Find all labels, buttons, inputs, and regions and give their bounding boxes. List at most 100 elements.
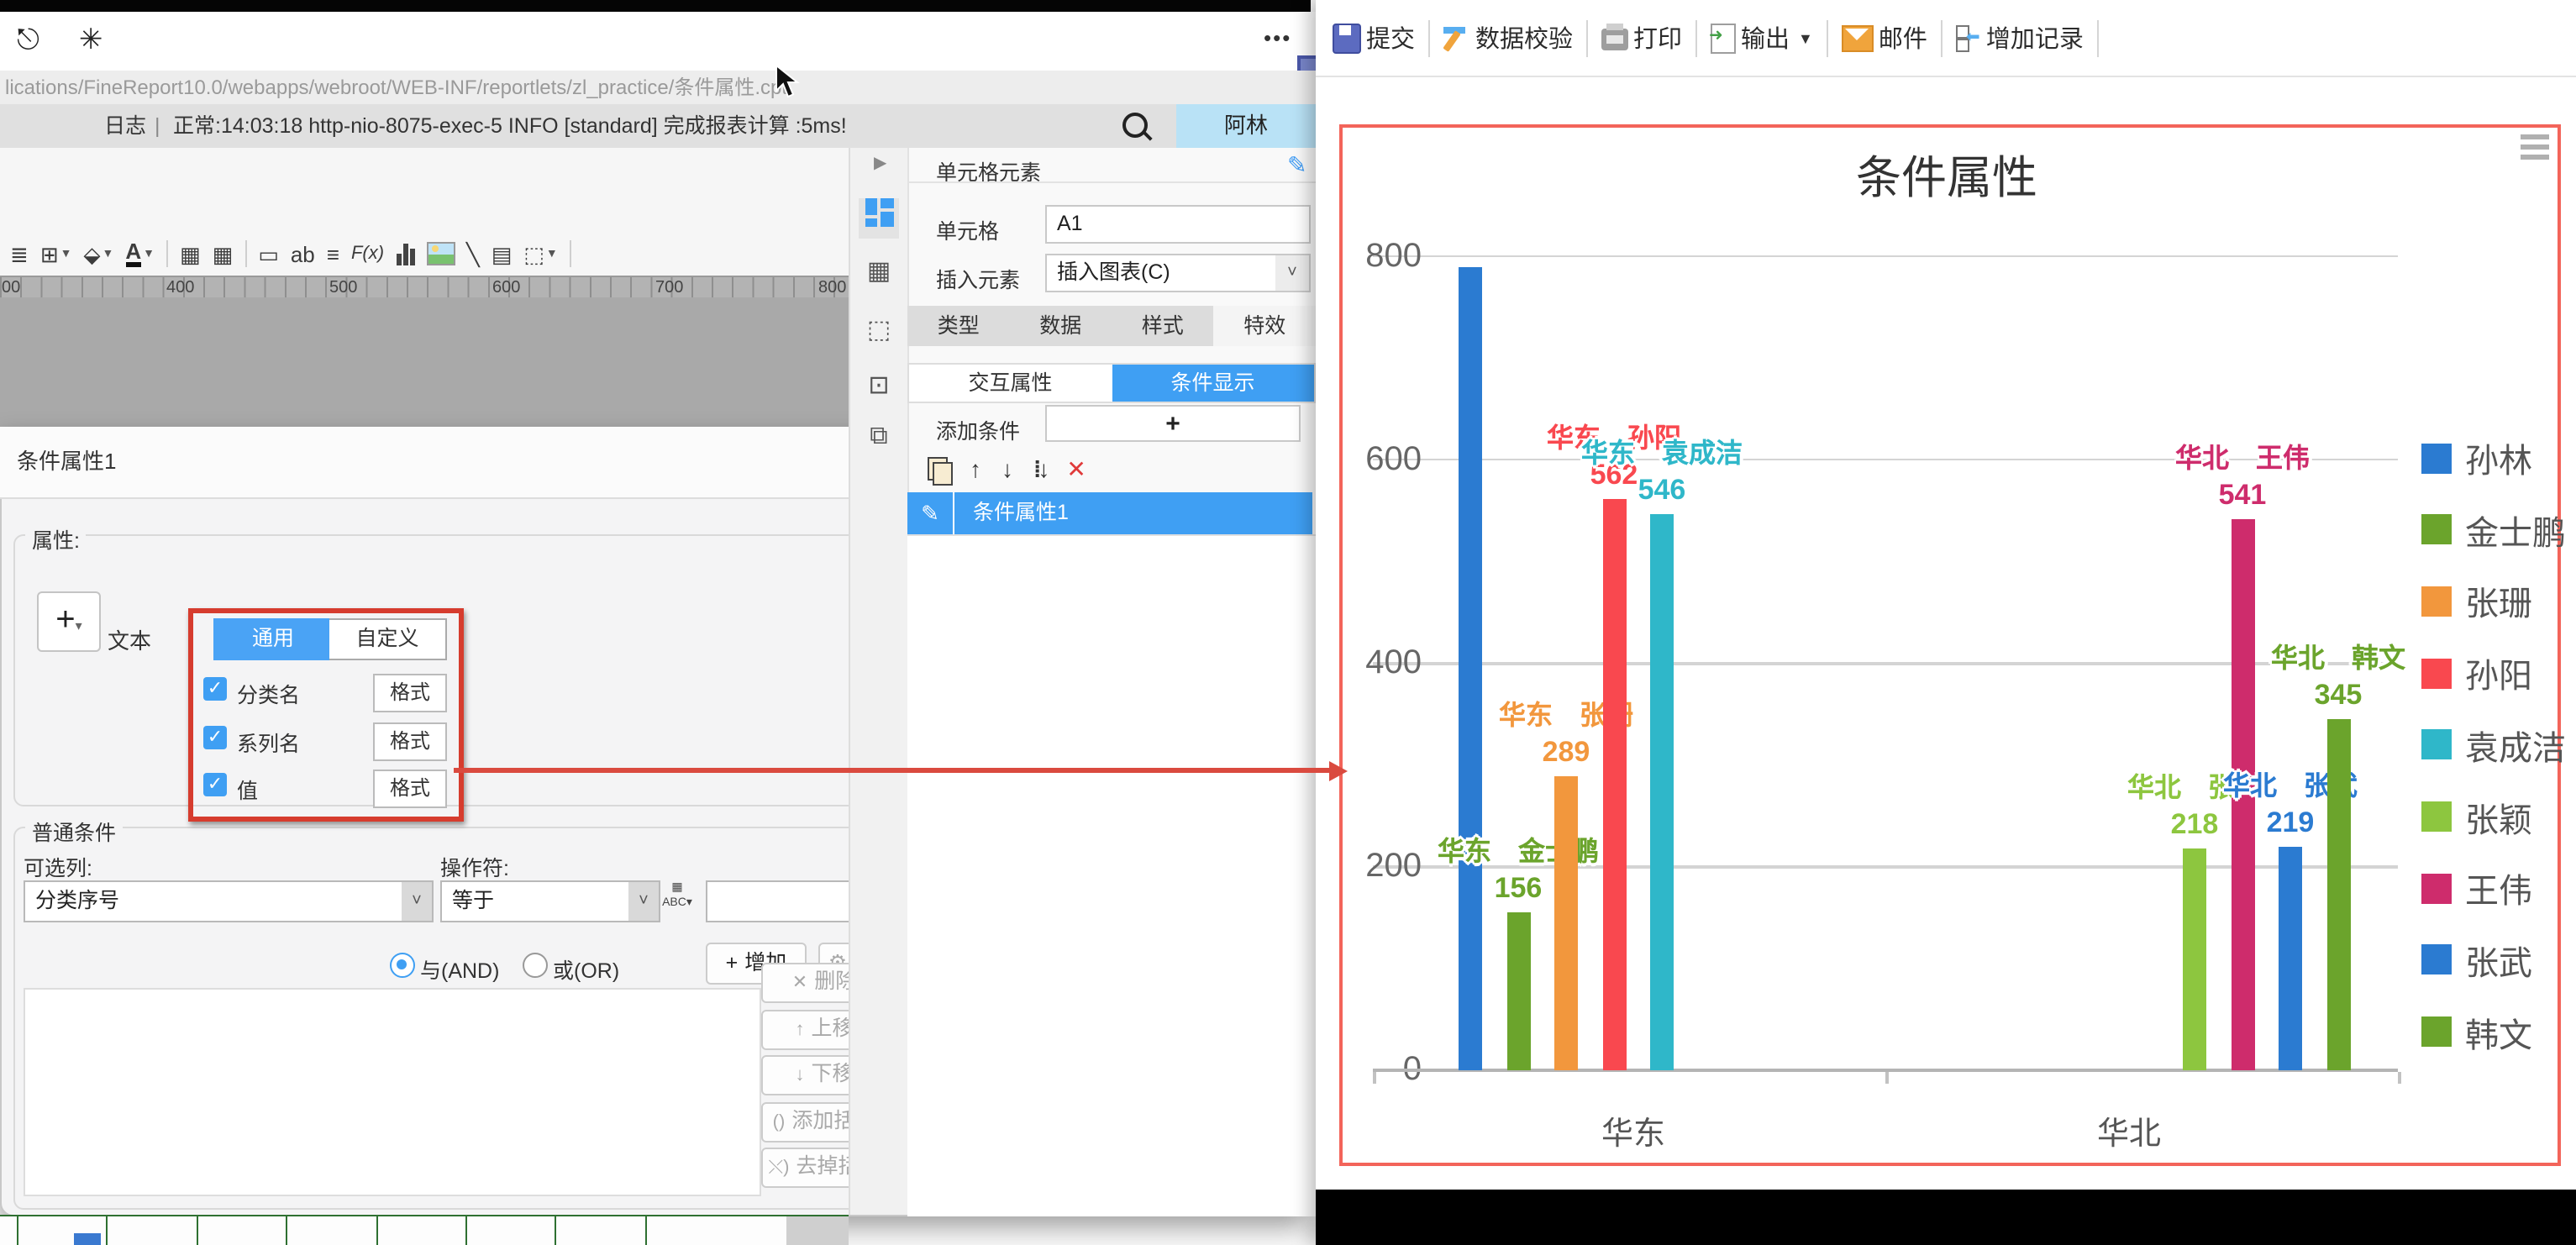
export-button[interactable]: 输出▼: [1711, 20, 1813, 55]
log-divider: |: [155, 104, 160, 148]
tab-数据[interactable]: 数据: [1010, 306, 1112, 346]
report-canvas[interactable]: [0, 297, 849, 427]
checkbox-1[interactable]: ✓: [203, 677, 227, 701]
line-icon[interactable]: ╲: [466, 243, 480, 265]
checkbox-3[interactable]: ✓: [203, 773, 227, 796]
image-icon[interactable]: [426, 242, 455, 265]
check-row: ✓值格式: [203, 770, 444, 805]
toolbar-label: 邮件: [1879, 20, 1927, 55]
email-button[interactable]: 邮件: [1842, 20, 1927, 55]
mobile-preview-icon[interactable]: ⎋: [17, 24, 39, 57]
window-chrome: ⎋ ✳ •••: [0, 12, 1316, 71]
border-icon[interactable]: ⊞▼: [40, 243, 72, 265]
insert-element-select[interactable]: 插入图表(C) ˅: [1045, 254, 1311, 292]
checkbox-2[interactable]: ✓: [203, 725, 227, 749]
format-button[interactable]: 格式: [373, 770, 447, 808]
add-record-button[interactable]: 增加记录: [1956, 20, 2084, 55]
legend-swatch: [2421, 1016, 2452, 1047]
add-attribute-button[interactable]: +▾: [37, 591, 101, 652]
x-category-label: 华北: [2028, 1109, 2230, 1154]
widget-icon[interactable]: ▭: [258, 243, 279, 265]
sort-icon[interactable]: ⁞↓: [1033, 455, 1046, 482]
condition-item-row[interactable]: ✎ 条件属性1: [907, 492, 1312, 534]
toolbar-label: 输出: [1741, 20, 1790, 55]
split-cell-icon[interactable]: ▦: [213, 243, 234, 265]
legend-swatch: [2421, 945, 2452, 975]
value-type-abc-icon[interactable]: ▦ABC▾: [659, 875, 696, 924]
attribute-legend: 属性:: [25, 523, 87, 554]
widget-icon[interactable]: ⊡: [859, 366, 899, 407]
legend-item-孙阳[interactable]: 孙阳: [2421, 649, 2532, 697]
font-color-icon[interactable]: A▼: [125, 240, 155, 267]
column-select[interactable]: 分类序号˅: [24, 880, 434, 922]
align-indent-icon[interactable]: ≣: [10, 243, 29, 265]
grid-column-line: [555, 1216, 556, 1245]
submit-button[interactable]: 提交: [1333, 20, 1415, 55]
float-element-icon[interactable]: ⬚: [859, 311, 899, 351]
report-grid-strip: [0, 1215, 849, 1245]
tab-样式[interactable]: 样式: [1112, 306, 1214, 346]
copy-icon[interactable]: [928, 456, 949, 481]
bar-label-袁成洁: 华东 袁成洁546: [1581, 439, 1743, 508]
edit-pencil-icon[interactable]: ✎: [1287, 151, 1306, 180]
chevron-down-icon: ˅: [402, 882, 432, 921]
user-badge[interactable]: 阿林: [1176, 104, 1316, 148]
merge-cell-icon[interactable]: ▦: [180, 243, 201, 265]
legend-item-孙林[interactable]: 孙林: [2421, 433, 2532, 482]
condition-list-box[interactable]: [24, 988, 761, 1196]
layers-icon[interactable]: ⧉: [859, 417, 899, 457]
cell-attribute-icon[interactable]: ▦: [859, 252, 899, 292]
legend-item-张颖[interactable]: 张颖: [2421, 792, 2532, 841]
legend-item-袁成洁[interactable]: 袁成洁: [2421, 721, 2566, 770]
column-label: 可选列:: [24, 850, 92, 882]
rich-text-icon[interactable]: ≡: [327, 243, 339, 265]
chart-title: 条件属性: [1339, 141, 2554, 207]
formula-icon[interactable]: F(x): [351, 244, 384, 263]
collapse-panel-icon[interactable]: ▶: [874, 155, 886, 173]
legend-item-王伟[interactable]: 王伟: [2421, 864, 2532, 912]
toolbar-separator: [2097, 19, 2099, 56]
frame-icon[interactable]: ⬚▼: [523, 243, 557, 265]
tab-类型[interactable]: 类型: [907, 306, 1010, 346]
move-down-icon[interactable]: ↓: [1001, 455, 1013, 482]
tab-特效[interactable]: 特效: [1214, 306, 1317, 346]
cell-name-input[interactable]: A1: [1045, 205, 1311, 244]
and-radio[interactable]: [390, 953, 415, 978]
grid-gray-block: [786, 1216, 849, 1245]
move-up-icon[interactable]: ↑: [970, 455, 981, 482]
grid-column-line: [376, 1216, 378, 1245]
cell-element-icon[interactable]: [859, 198, 899, 239]
legend-label: 孙林: [2465, 433, 2532, 482]
ruler-tick-label: 500: [329, 277, 357, 299]
tab-condition-display[interactable]: 条件显示: [1112, 365, 1314, 402]
legend-item-韩文[interactable]: 韩文: [2421, 1007, 2532, 1056]
report-block-icon[interactable]: ▤: [492, 243, 513, 265]
format-button[interactable]: 格式: [373, 722, 447, 760]
more-icon[interactable]: •••: [1264, 25, 1291, 50]
operator-select[interactable]: 等于˅: [440, 880, 660, 922]
print-button[interactable]: 打印: [1601, 20, 1682, 55]
legend-item-张珊[interactable]: 张珊: [2421, 577, 2532, 626]
bar-张颖: [2183, 848, 2206, 1070]
cursor-tool-icon[interactable]: ✳: [79, 24, 103, 57]
or-radio[interactable]: [523, 953, 548, 978]
data-validate-button[interactable]: 数据校验: [1443, 20, 1573, 55]
tab-general[interactable]: 通用: [213, 618, 333, 660]
and-label: 与(AND): [420, 953, 499, 985]
delete-icon[interactable]: ✕: [1066, 454, 1086, 483]
legend-item-金士鹏[interactable]: 金士鹏: [2421, 505, 2566, 554]
add-condition-plus-button[interactable]: +: [1045, 405, 1301, 442]
edit-pencil-icon: ✎: [907, 492, 954, 534]
text-icon[interactable]: ab: [291, 243, 315, 265]
check-row: ✓系列名格式: [203, 722, 444, 757]
tab-interaction[interactable]: 交互属性: [909, 365, 1112, 402]
chart-icon[interactable]: [396, 243, 414, 265]
format-button[interactable]: 格式: [373, 674, 447, 712]
email-icon: [1842, 25, 1874, 52]
search-icon[interactable]: [1122, 113, 1148, 138]
bar-孙林: [1459, 267, 1482, 1070]
fill-color-icon[interactable]: ⬙▼: [84, 243, 114, 265]
log-label[interactable]: 日志: [104, 104, 146, 148]
tab-custom[interactable]: 自定义: [329, 618, 447, 660]
legend-item-张武[interactable]: 张武: [2421, 936, 2532, 985]
